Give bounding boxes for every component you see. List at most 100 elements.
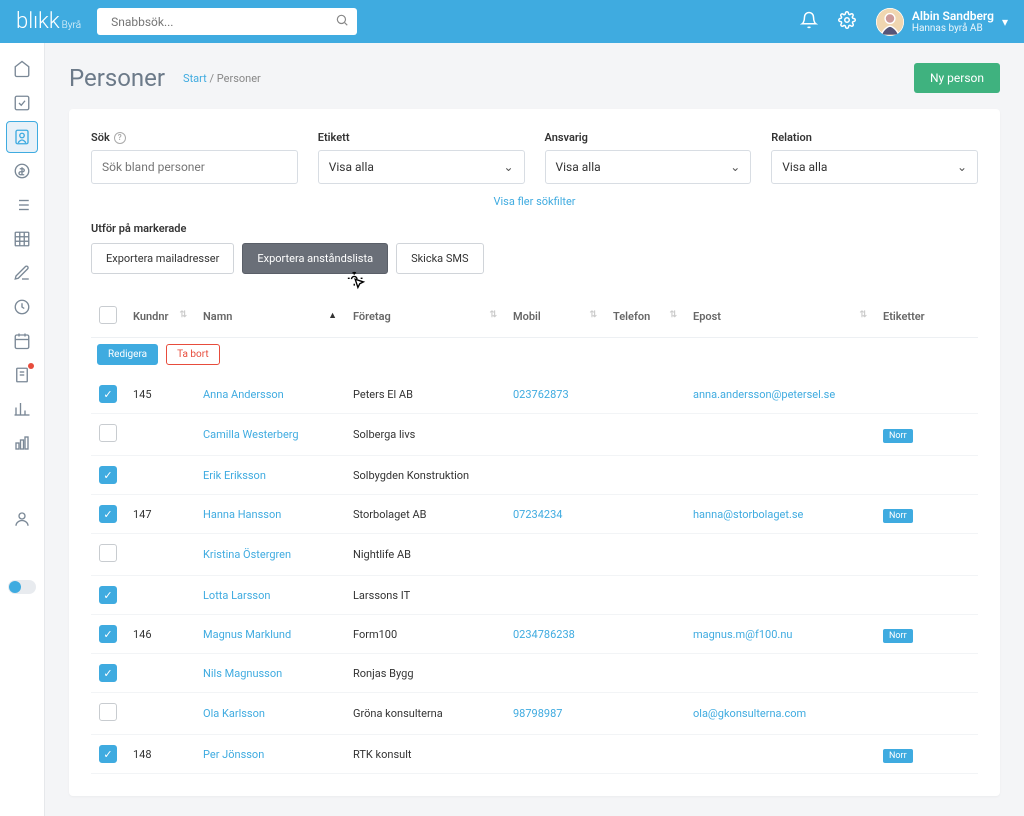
nav-chart[interactable] (6, 393, 38, 425)
new-person-button[interactable]: Ny person (914, 63, 1000, 93)
cell-kundnr (125, 576, 195, 615)
crumb-current: Personer (217, 72, 261, 85)
crumb-start[interactable]: Start (183, 72, 207, 85)
row-checkbox[interactable] (99, 625, 117, 643)
etikett-badge: Norr (883, 749, 913, 763)
table-row[interactable]: Kristina ÖstergrenNightlife AB (91, 534, 978, 576)
help-icon[interactable]: ? (114, 132, 126, 144)
bell-icon[interactable] (800, 11, 818, 32)
cell-foretag: Storbolaget AB (345, 495, 505, 534)
nav-billing[interactable] (6, 155, 38, 187)
user-name: Albin Sandberg (912, 9, 994, 23)
row-checkbox[interactable] (99, 385, 117, 403)
nav-persons[interactable] (6, 121, 38, 153)
col-namn[interactable]: Namn▲ (195, 296, 345, 338)
logo[interactable]: blıkk Byrå (16, 9, 81, 34)
quick-search-input[interactable] (105, 11, 335, 33)
table-row[interactable]: Nils MagnussonRonjas Bygg (91, 654, 978, 693)
email-link[interactable]: anna.andersson@petersel.se (693, 388, 835, 401)
person-link[interactable]: Kristina Östergren (203, 548, 291, 561)
row-checkbox[interactable] (99, 586, 117, 604)
person-link[interactable]: Lotta Larsson (203, 589, 270, 602)
export-anstand-button[interactable]: Exportera anståndslista (242, 243, 388, 274)
cell-kundnr: 148 (125, 735, 195, 774)
table-row[interactable]: 146Magnus MarklundForm1000234786238magnu… (91, 615, 978, 654)
person-link[interactable]: Hanna Hansson (203, 508, 281, 521)
breadcrumb: Start / Personer (183, 72, 261, 85)
more-filters-link[interactable]: Visa fler sökfilter (493, 195, 575, 208)
row-checkbox[interactable] (99, 466, 117, 484)
quick-search[interactable] (97, 8, 357, 35)
sok-input[interactable] (102, 160, 287, 174)
email-link[interactable]: magnus.m@f100.nu (693, 628, 792, 641)
mobil-link[interactable]: 023762873 (513, 388, 569, 401)
sidenav (0, 43, 45, 816)
person-link[interactable]: Nils Magnusson (203, 667, 282, 680)
send-sms-button[interactable]: Skicka SMS (396, 243, 484, 274)
nav-stats[interactable] (6, 427, 38, 459)
email-link[interactable]: ola@gkonsulterna.com (693, 707, 806, 720)
cell-telefon (605, 615, 685, 654)
mobil-link[interactable]: 0234786238 (513, 628, 575, 641)
cell-telefon (605, 375, 685, 414)
table-row[interactable]: Lotta LarssonLarssons IT (91, 576, 978, 615)
col-telefon[interactable]: Telefon⇅ (605, 296, 685, 338)
search-icon (335, 13, 349, 30)
row-checkbox[interactable] (99, 544, 117, 562)
person-link[interactable]: Anna Andersson (203, 388, 284, 401)
nav-list[interactable] (6, 189, 38, 221)
nav-tasks[interactable] (6, 87, 38, 119)
etikett-badge: Norr (883, 429, 913, 443)
email-link[interactable]: hanna@storbolaget.se (693, 508, 803, 521)
cell-kundnr (125, 693, 195, 735)
nav-admin[interactable] (6, 503, 38, 535)
user-menu[interactable]: Albin Sandberg Hannas byrå AB ▾ (876, 8, 1008, 36)
row-checkbox[interactable] (99, 745, 117, 763)
footer-toggle[interactable] (8, 580, 36, 594)
person-link[interactable]: Per Jönsson (203, 748, 264, 761)
col-foretag[interactable]: Företag⇅ (345, 296, 505, 338)
gear-icon[interactable] (838, 11, 856, 32)
row-checkbox[interactable] (99, 703, 117, 721)
export-email-button[interactable]: Exportera mailadresser (91, 243, 234, 274)
table-row[interactable]: Camilla WesterbergSolberga livsNorr (91, 414, 978, 456)
ansvarig-select[interactable]: Visa alla⌄ (545, 150, 752, 184)
relation-select[interactable]: Visa alla⌄ (771, 150, 978, 184)
col-epost[interactable]: Epost⇅ (685, 296, 875, 338)
sok-input-wrap[interactable] (91, 150, 298, 184)
chevron-down-icon: ⌄ (730, 160, 740, 174)
page-title: Personer (69, 64, 165, 92)
person-link[interactable]: Camilla Westerberg (203, 428, 299, 441)
col-kundnr[interactable]: Kundnr⇅ (125, 296, 195, 338)
delete-button[interactable]: Ta bort (166, 344, 220, 365)
table-row[interactable]: Erik Eriksson Solbygden Konstruktion (91, 456, 978, 495)
table-row[interactable]: 147Hanna HanssonStorbolaget AB07234234ha… (91, 495, 978, 534)
relation-label: Relation (771, 131, 978, 144)
person-link[interactable]: Ola Karlsson (203, 707, 265, 720)
cell-foretag: Solbygden Konstruktion (345, 456, 505, 495)
row-actions: Redigera Ta bort (97, 344, 978, 365)
nav-report[interactable] (6, 359, 38, 391)
nav-time[interactable] (6, 291, 38, 323)
persons-table: Kundnr⇅ Namn▲ Företag⇅ Mobil⇅ Telefon⇅ E… (91, 296, 978, 774)
table-row[interactable]: Ola KarlssonGröna konsulterna98798987ola… (91, 693, 978, 735)
nav-grid[interactable] (6, 223, 38, 255)
nav-home[interactable] (6, 53, 38, 85)
col-mobil[interactable]: Mobil⇅ (505, 296, 605, 338)
row-checkbox[interactable] (99, 424, 117, 442)
mobil-link[interactable]: 07234234 (513, 508, 562, 521)
etikett-select[interactable]: Visa alla⌄ (318, 150, 525, 184)
select-all-checkbox[interactable] (99, 306, 117, 324)
row-checkbox[interactable] (99, 505, 117, 523)
row-checkbox[interactable] (99, 664, 117, 682)
toggle-icon[interactable] (8, 580, 36, 594)
person-link[interactable]: Magnus Marklund (203, 628, 291, 641)
table-row[interactable]: 148Per JönssonRTK konsultNorr (91, 735, 978, 774)
edit-button[interactable]: Redigera (97, 344, 158, 365)
nav-calendar[interactable] (6, 325, 38, 357)
table-row[interactable]: 145Anna AnderssonPeters El AB023762873an… (91, 375, 978, 414)
etikett-badge: Norr (883, 629, 913, 643)
mobil-link[interactable]: 98798987 (513, 707, 562, 720)
nav-edit[interactable] (6, 257, 38, 289)
person-link[interactable]: Erik Eriksson (203, 469, 266, 482)
